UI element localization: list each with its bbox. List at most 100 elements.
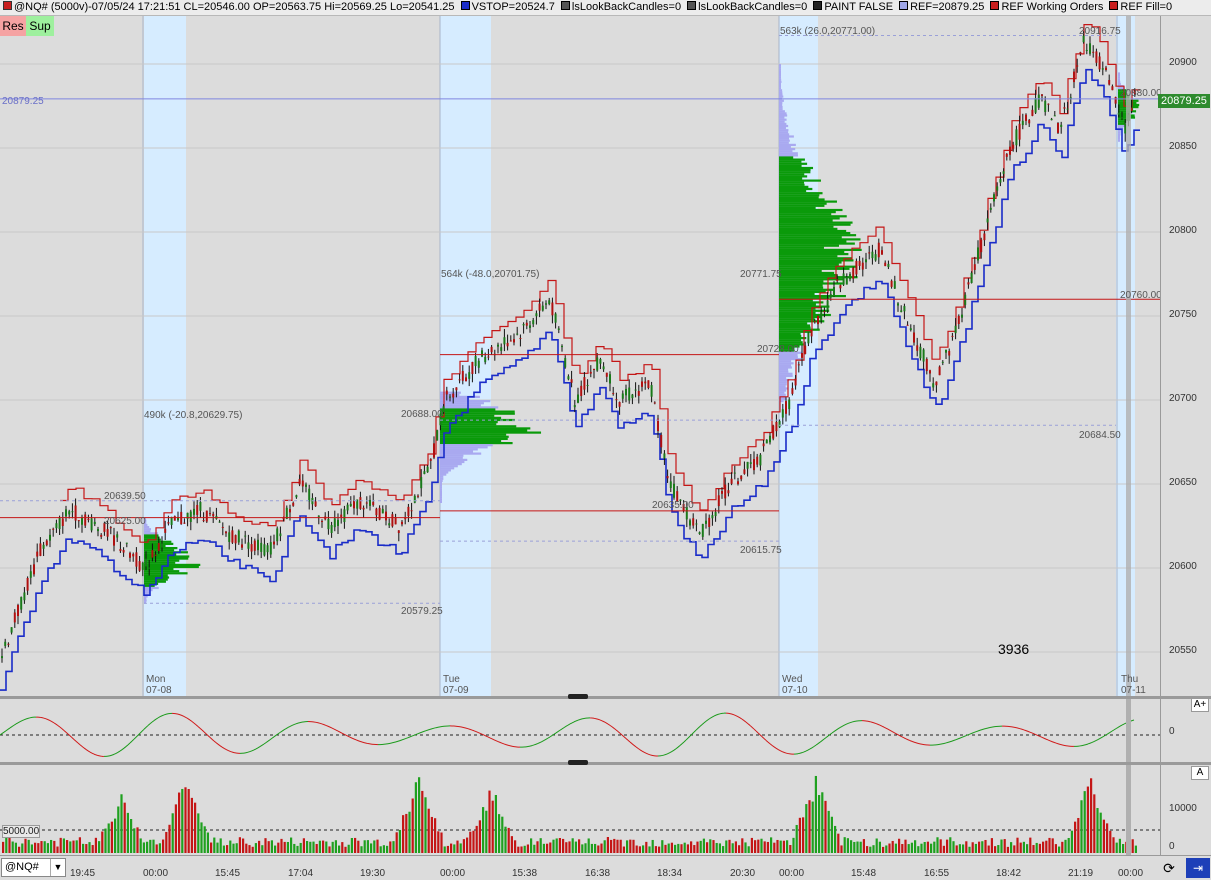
candle-body (519, 338, 521, 339)
candle-body (740, 476, 742, 480)
osc-segment (474, 731, 476, 732)
candle-body (427, 467, 429, 473)
volume-profile-bar (779, 85, 781, 87)
osc-segment (254, 749, 256, 750)
candle-body (212, 514, 214, 516)
candle-body (39, 543, 41, 556)
osc-segment (1040, 736, 1042, 737)
osc-segment (748, 724, 750, 726)
scroll-to-end-icon[interactable]: ⇥ (1186, 858, 1210, 878)
day-label-mon: Mon07-08 (146, 674, 172, 696)
volume-bar (450, 844, 452, 853)
tue-profile-high: 20688.00 (401, 409, 443, 420)
candle-body (171, 517, 173, 525)
volume-bar (508, 828, 510, 853)
volume-bar (37, 843, 39, 853)
volume-profile-bar (779, 316, 821, 318)
osc-segment (578, 719, 580, 720)
resistance-button[interactable]: Res (0, 16, 26, 36)
candle-body (625, 389, 627, 395)
volume-profile-bar (779, 144, 796, 146)
candle-body (811, 331, 813, 337)
osc-segment (86, 749, 88, 750)
candle-body (555, 314, 557, 323)
volume-bar (706, 842, 708, 853)
candle-body (782, 409, 784, 417)
volume-profile-bar (1118, 72, 1120, 74)
volume-profile-bar (440, 469, 451, 471)
candle-body (398, 530, 400, 533)
candle-body (273, 542, 275, 545)
volume-autoscale-button[interactable]: A (1191, 766, 1209, 780)
osc-segment (466, 728, 468, 729)
candle-body (433, 443, 435, 457)
chevron-down-icon[interactable]: ▼ (50, 859, 65, 876)
osc-segment (564, 726, 566, 727)
osc-segment (1036, 735, 1038, 736)
volume-profile-bar (779, 337, 806, 339)
volume-panel[interactable] (0, 765, 1160, 855)
volume-profile-bar (779, 119, 787, 121)
oscillator-panel[interactable] (0, 699, 1160, 762)
volume-bar (888, 844, 890, 853)
candle-body (804, 346, 806, 354)
osc-segment (568, 724, 570, 725)
osc-segment (738, 717, 740, 718)
volume-profile-bar (779, 291, 826, 293)
osc-segment (852, 722, 854, 723)
volume-profile-bar (779, 96, 783, 98)
osc-segment (556, 732, 558, 733)
volume-bar (360, 846, 362, 853)
volume-bar (575, 842, 577, 853)
volume-bar (338, 846, 340, 853)
volume-bar (191, 798, 193, 853)
candle-body (513, 339, 515, 342)
volume-bar (1090, 778, 1092, 853)
candle-body (862, 263, 864, 270)
candle-body (1006, 154, 1008, 157)
price-chart[interactable] (0, 16, 1160, 696)
volume-bar (271, 840, 273, 853)
osc-segment (320, 723, 322, 724)
candle-body (1102, 68, 1104, 69)
volume-profile-bar (779, 163, 807, 165)
candle-body (222, 527, 224, 528)
support-button[interactable]: Sup (26, 16, 54, 36)
candle-body (929, 370, 931, 373)
osc-segment (840, 726, 842, 727)
osc-segment (54, 723, 56, 724)
osc-segment (614, 728, 616, 730)
candle-body (1047, 104, 1049, 105)
osc-autoscale-button[interactable]: A+ (1191, 698, 1209, 712)
volume-bar (31, 844, 33, 853)
candle-body (289, 509, 291, 512)
osc-segment (224, 748, 226, 749)
volume-bar (700, 841, 702, 853)
osc-segment (22, 720, 24, 721)
osc-segment (964, 736, 966, 737)
osc-segment (1114, 729, 1116, 730)
time-axis[interactable]: @NQ#▼ 19:45 00:00 15:45 17:04 19:30 00:0… (0, 855, 1211, 880)
volume-bar (95, 838, 97, 853)
osc-segment (84, 748, 86, 749)
candle-body (81, 517, 83, 524)
volume-profile-bar (144, 528, 151, 530)
osc-segment (880, 725, 882, 726)
osc-segment (890, 730, 892, 731)
osc-segment (472, 730, 474, 731)
volume-bar (655, 846, 657, 853)
refresh-icon[interactable]: ⟳ (1160, 859, 1178, 877)
volume-profile-bar (779, 167, 813, 169)
price-axis[interactable]: 20900 20850 20800 20750 20700 20650 2060… (1160, 16, 1211, 696)
osc-segment (184, 716, 186, 717)
osc-segment (480, 733, 482, 734)
candle-body (430, 459, 432, 461)
osc-segment (424, 731, 426, 732)
osc-segment (644, 752, 646, 753)
osc-segment (124, 747, 126, 749)
volume-profile-bar (779, 180, 821, 182)
volume-bar (949, 837, 951, 853)
candle-body (375, 509, 377, 516)
osc-segment (90, 752, 92, 753)
symbol-selector[interactable]: @NQ#▼ (1, 858, 66, 877)
